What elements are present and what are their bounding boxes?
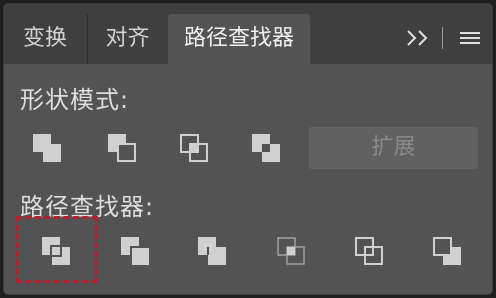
header-divider bbox=[442, 27, 443, 49]
trim-icon[interactable] bbox=[113, 229, 157, 273]
hamburger-menu-icon[interactable] bbox=[452, 18, 484, 58]
tab-align[interactable]: 对齐 bbox=[87, 14, 167, 64]
panel-tab-bar: 变换 对齐 路径查找器 bbox=[4, 4, 492, 64]
double-chevron-right-icon[interactable] bbox=[402, 18, 438, 58]
pathfinder-panel: 变换 对齐 路径查找器 形状模式: 扩展 路径查找器: bbox=[3, 3, 493, 295]
shape-modes-title: 形状模式: bbox=[20, 86, 130, 114]
intersect-icon[interactable] bbox=[172, 126, 216, 170]
minus-front-icon[interactable] bbox=[100, 126, 144, 170]
divide-highlight-box bbox=[16, 216, 98, 283]
merge-icon[interactable] bbox=[190, 229, 234, 273]
tab-pathfinder[interactable]: 路径查找器 bbox=[168, 14, 310, 64]
outline-icon[interactable] bbox=[347, 229, 391, 273]
minus-back-icon[interactable] bbox=[425, 229, 469, 273]
unite-icon[interactable] bbox=[25, 126, 69, 170]
crop-icon[interactable] bbox=[269, 229, 313, 273]
tab-transform[interactable]: 变换 bbox=[4, 14, 86, 64]
expand-button[interactable]: 扩展 bbox=[309, 127, 478, 169]
exclude-icon[interactable] bbox=[244, 126, 288, 170]
